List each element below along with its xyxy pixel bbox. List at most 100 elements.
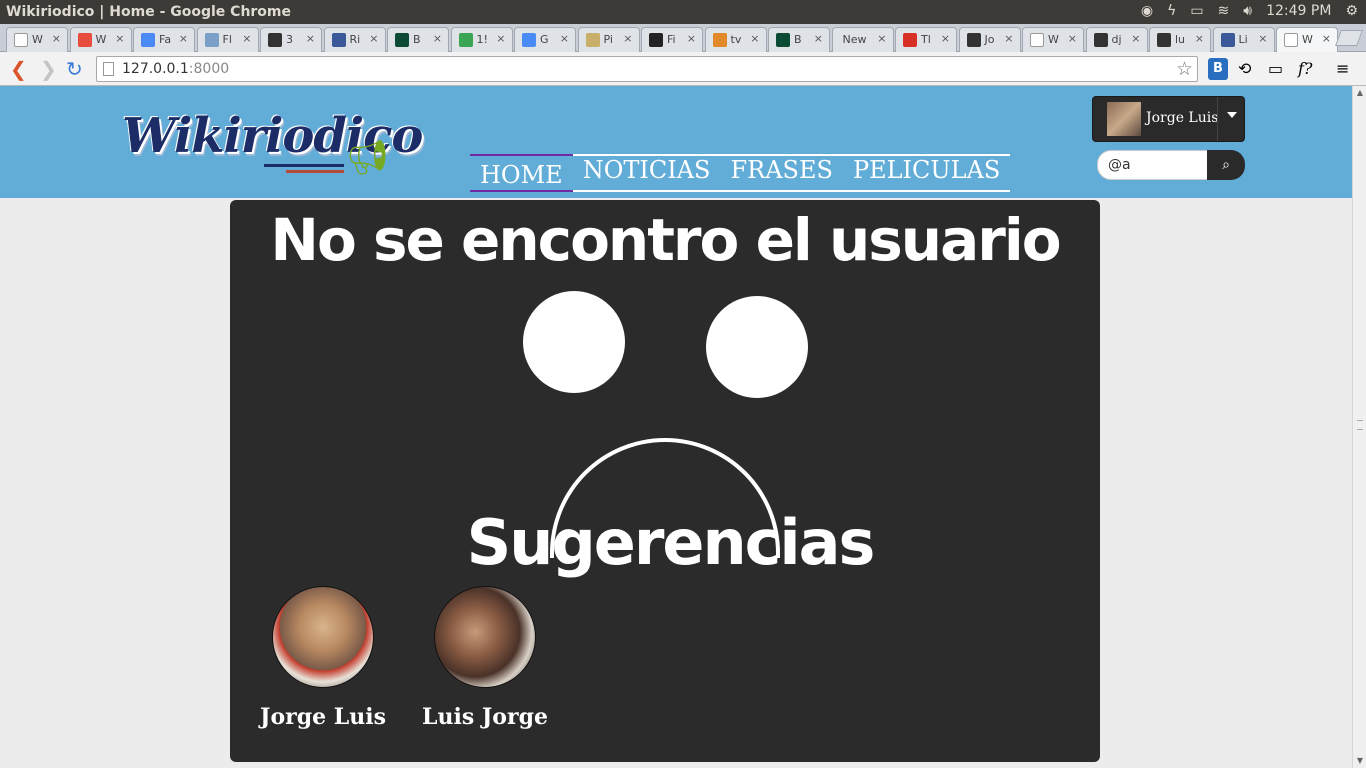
- spotify-icon[interactable]: ◉: [1141, 3, 1153, 19]
- back-icon[interactable]: ❮: [10, 59, 27, 79]
- sync-extension-icon[interactable]: ⟲: [1238, 58, 1251, 80]
- tab-close-icon[interactable]: ×: [179, 32, 188, 45]
- tab-close-icon[interactable]: ×: [1131, 32, 1140, 45]
- tab-close-icon[interactable]: ×: [1322, 32, 1331, 45]
- font-extension-icon[interactable]: f?: [1298, 58, 1313, 80]
- browser-tab[interactable]: Pi ×: [577, 27, 640, 52]
- nav-noticias[interactable]: NOTICIAS: [573, 156, 721, 190]
- tab-close-icon[interactable]: ×: [1068, 32, 1077, 45]
- scroll-down-icon[interactable]: ▼: [1355, 756, 1365, 766]
- tab-close-icon[interactable]: ×: [941, 32, 950, 45]
- bookmark-star-icon[interactable]: ☆: [1176, 58, 1193, 80]
- nav-peliculas[interactable]: PELICULAS: [843, 156, 1010, 190]
- browser-tab[interactable]: B ×: [387, 27, 449, 52]
- google-search-icon: [522, 33, 536, 47]
- browser-tab[interactable]: B ×: [768, 27, 830, 52]
- ruler-extension-icon[interactable]: ▭: [1268, 58, 1283, 80]
- browser-tab[interactable]: W ×: [69, 27, 132, 52]
- browser-tab[interactable]: G ×: [514, 27, 576, 52]
- tab-close-icon[interactable]: ×: [750, 32, 759, 45]
- site-logo[interactable]: Wikiriodico 📢︎: [118, 104, 423, 186]
- browser-tab[interactable]: New ×: [831, 27, 894, 52]
- address-bar[interactable]: 127.0.0.1:8000 ☆: [96, 56, 1198, 82]
- tab-close-icon[interactable]: ×: [1258, 32, 1267, 45]
- tab-title: G: [540, 33, 549, 46]
- menu-icon[interactable]: ≡: [1336, 58, 1349, 80]
- tab-close-icon[interactable]: ×: [369, 32, 378, 45]
- browser-tab[interactable]: Fl ×: [196, 27, 259, 52]
- tab-close-icon[interactable]: ×: [496, 32, 505, 45]
- tab-title: Ri: [349, 33, 361, 46]
- tab-title: 3: [286, 33, 293, 46]
- suggestion-avatar[interactable]: [434, 586, 536, 688]
- tab-title: Li: [1238, 33, 1248, 46]
- browser-tab[interactable]: Fa ×: [133, 27, 195, 52]
- browser-tab[interactable]: W ×: [1022, 27, 1084, 52]
- nav-frases[interactable]: FRASES: [720, 156, 842, 190]
- megaphone-icon: 📢︎: [346, 138, 390, 178]
- suggestion-item[interactable]: Jorge Luis: [258, 586, 388, 730]
- caret-down-icon[interactable]: [1227, 112, 1237, 118]
- browser-tab[interactable]: Jo ×: [958, 27, 1021, 52]
- buffer-extension-icon[interactable]: B: [1208, 58, 1228, 80]
- tab-close-icon[interactable]: ×: [306, 32, 315, 45]
- lightning-icon[interactable]: ϟ: [1167, 3, 1176, 19]
- tab-close-icon[interactable]: ×: [687, 32, 696, 45]
- browser-tab[interactable]: 1! ×: [450, 27, 513, 52]
- volume-icon[interactable]: 🔊︎: [1243, 3, 1252, 19]
- tab-close-icon[interactable]: ×: [877, 32, 886, 45]
- tab-close-icon[interactable]: ×: [623, 32, 632, 45]
- tab-close-icon[interactable]: ×: [814, 32, 823, 45]
- browser-toolbar: ❮ ❯ ↻ 127.0.0.1:8000 ☆ B ⟲ ▭ f? ≡: [0, 52, 1366, 86]
- site-header: Wikiriodico 📢︎ HOME NOTICIAS FRASES PELI…: [0, 86, 1352, 198]
- address-url[interactable]: 127.0.0.1:8000: [122, 61, 229, 77]
- forward-icon[interactable]: ❯: [40, 59, 57, 79]
- tab-close-icon[interactable]: ×: [1004, 32, 1013, 45]
- tab-title: Tl: [921, 33, 931, 46]
- g-icon: [585, 33, 600, 47]
- tab-title: Fi: [667, 33, 676, 46]
- reload-icon[interactable]: ↻: [66, 59, 83, 79]
- browser-tab[interactable]: dj ×: [1085, 27, 1148, 52]
- settings-gear-icon[interactable]: ⚙: [1345, 3, 1358, 19]
- suggestion-avatar[interactable]: [272, 586, 374, 688]
- browser-tab[interactable]: Tl ×: [895, 27, 957, 52]
- tab-close-icon[interactable]: ×: [115, 32, 124, 45]
- clock[interactable]: 12:49 PM: [1266, 3, 1331, 19]
- suggestion-name[interactable]: Jorge Luis: [258, 704, 388, 730]
- nav-home[interactable]: HOME: [470, 154, 573, 192]
- browser-tab[interactable]: W ×: [6, 27, 68, 52]
- browser-tab[interactable]: Li ×: [1212, 27, 1275, 52]
- facebook-icon: [331, 33, 346, 47]
- bracket-icon: [268, 33, 282, 47]
- cloud-icon: [204, 33, 219, 47]
- search-button[interactable]: ⌕: [1207, 150, 1245, 180]
- user-menu-button[interactable]: Jorge Luis: [1092, 96, 1245, 142]
- tab-close-icon[interactable]: ×: [433, 32, 442, 45]
- suggestions-title: Sugerencias: [466, 506, 876, 579]
- page-scrollbar[interactable]: ▲ ▼: [1352, 86, 1366, 768]
- browser-tab[interactable]: 3 ×: [260, 27, 322, 52]
- tab-title: Fl: [222, 33, 232, 46]
- tab-close-icon[interactable]: ×: [1195, 32, 1204, 45]
- tab-close-icon[interactable]: ×: [242, 32, 251, 45]
- wifi-icon[interactable]: ≋: [1218, 3, 1230, 19]
- tab-close-icon[interactable]: ×: [52, 32, 61, 45]
- tab-title: dj: [1111, 33, 1122, 46]
- search-input[interactable]: @a: [1097, 150, 1209, 180]
- browser-tab[interactable]: lu ×: [1149, 27, 1211, 52]
- scroll-thumb[interactable]: [1357, 420, 1363, 430]
- search-icon: ⌕: [1222, 157, 1230, 173]
- browser-tab[interactable]: Fi ×: [641, 27, 703, 52]
- url-host: 127.0.0.1: [122, 61, 189, 77]
- github-icon: [1157, 33, 1171, 47]
- tab-close-icon[interactable]: ×: [560, 32, 569, 45]
- browser-tab[interactable]: tv ×: [704, 27, 767, 52]
- browser-tab[interactable]: W ×: [1276, 27, 1338, 53]
- browser-tab[interactable]: Ri ×: [323, 27, 386, 52]
- battery-icon[interactable]: ▭: [1190, 3, 1203, 19]
- suggestion-item[interactable]: Luis Jorge: [420, 586, 550, 730]
- tab-title: Jo: [984, 33, 995, 46]
- scroll-up-icon[interactable]: ▲: [1355, 88, 1365, 98]
- suggestion-name[interactable]: Luis Jorge: [420, 704, 550, 730]
